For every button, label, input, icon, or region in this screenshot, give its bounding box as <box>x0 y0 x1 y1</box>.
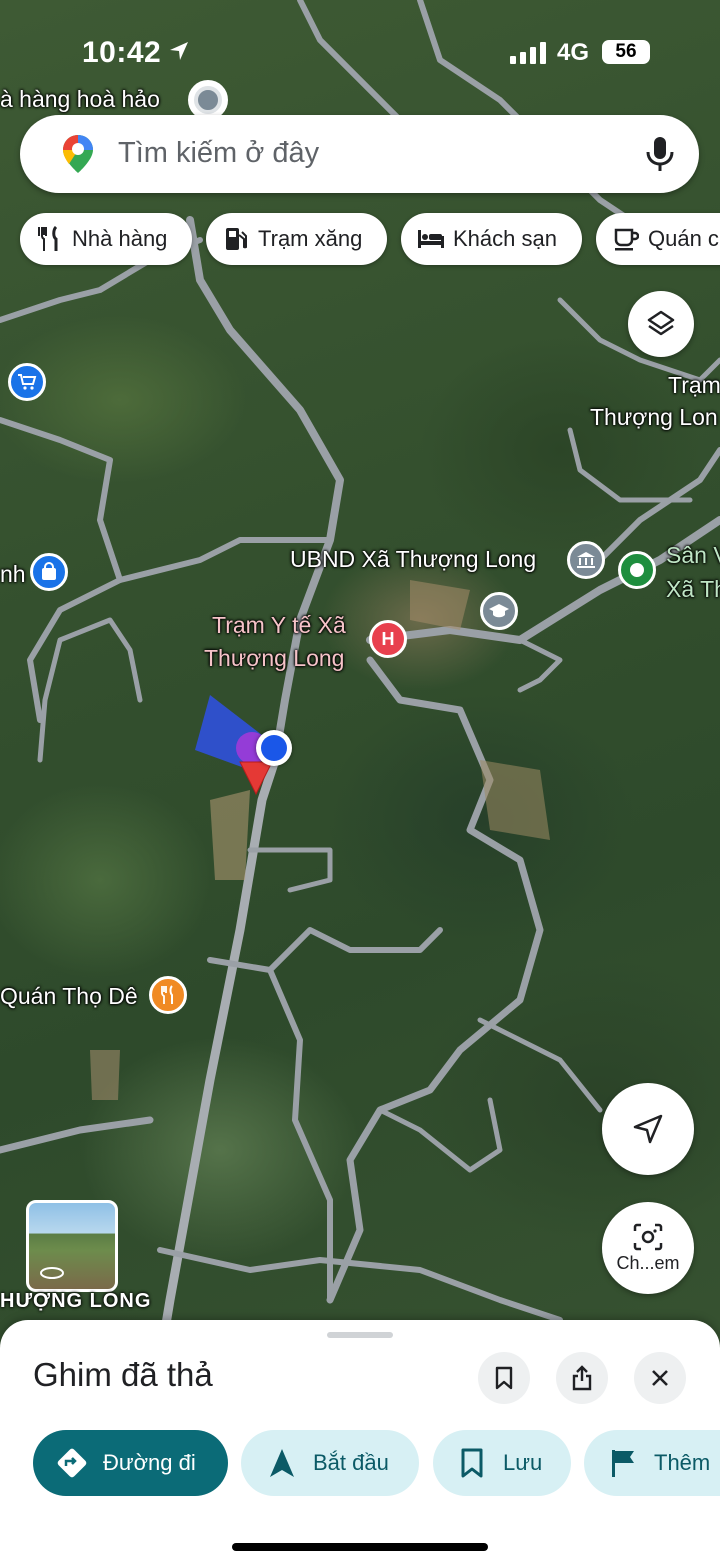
navigation-icon <box>265 1446 299 1480</box>
home-indicator[interactable] <box>232 1543 488 1551</box>
bookmark-icon <box>455 1446 489 1480</box>
chip-coffee[interactable]: Quán c <box>596 213 720 265</box>
bookmark-icon <box>495 1366 513 1390</box>
chip-gas-stations[interactable]: Trạm xăng <box>206 213 387 265</box>
map-label-thuong-long-top: Thượng Lon <box>590 404 718 430</box>
sheet-grabber[interactable] <box>327 1332 393 1338</box>
hospital-icon: H <box>381 628 395 649</box>
start-label: Bắt đầu <box>313 1450 389 1475</box>
lens-button[interactable]: Ch...em <box>602 1202 694 1294</box>
restaurant-marker[interactable] <box>149 976 187 1014</box>
save-label: Lưu <box>503 1450 543 1475</box>
shopping-cart-marker[interactable] <box>8 363 46 401</box>
park-marker[interactable] <box>618 551 656 589</box>
map-label-san-1: Sân V <box>666 542 720 568</box>
camera-search-icon <box>633 1223 663 1250</box>
bottom-sheet: Ghim đã thả Đường đi Bắt đầu Lưu Thêm <box>0 1320 720 1564</box>
navigation-arrow-icon <box>633 1114 663 1144</box>
status-time: 10:42 <box>82 36 162 69</box>
clinic-marker[interactable]: H <box>369 620 407 658</box>
layers-button[interactable] <box>628 291 694 357</box>
microphone-icon[interactable] <box>643 135 677 173</box>
battery-indicator: 56 <box>602 40 650 64</box>
category-chips: Nhà hàng Trạm xăng Khách sạn Quán c <box>20 213 720 265</box>
shopping-bag-marker[interactable] <box>30 553 68 591</box>
chip-gas-stations-label: Trạm xăng <box>258 226 363 251</box>
chip-restaurants[interactable]: Nhà hàng <box>20 213 192 265</box>
more-button[interactable]: Thêm <box>584 1430 720 1496</box>
chip-hotels[interactable]: Khách sạn <box>401 213 582 265</box>
search-input[interactable]: Tìm kiếm ở đây <box>118 137 319 170</box>
map-label-ubnd: UBND Xã Thượng Long <box>290 546 537 572</box>
lens-label: Ch...em <box>616 1252 680 1273</box>
shopping-cart-icon <box>18 374 37 390</box>
gas-station-icon <box>222 225 250 253</box>
directions-label: Đường đi <box>103 1450 196 1475</box>
search-bar[interactable]: Tìm kiếm ở đây <box>20 115 699 193</box>
map-label-left-shop: nh <box>0 561 26 587</box>
save-button[interactable]: Lưu <box>433 1430 571 1496</box>
fork-knife-icon <box>161 985 173 1004</box>
coffee-cup-icon <box>612 225 640 253</box>
shopping-bag-icon <box>42 562 56 580</box>
flag-icon <box>606 1446 640 1480</box>
chip-hotels-label: Khách sạn <box>453 226 557 251</box>
street-view-label: HƯỢNG LONG <box>0 1290 152 1312</box>
share-icon <box>572 1365 592 1391</box>
my-location-dot <box>256 730 292 766</box>
map-label-clinic-2: Thượng Long <box>204 645 345 671</box>
directions-icon <box>55 1446 89 1480</box>
chip-restaurants-label: Nhà hàng <box>72 226 168 251</box>
government-marker[interactable] <box>567 541 605 579</box>
chip-coffee-label: Quán c <box>648 226 719 251</box>
fork-knife-icon <box>36 225 64 253</box>
map-label-quan-tho-de: Quán Thọ Dê <box>0 983 138 1009</box>
start-button[interactable]: Bắt đầu <box>241 1430 419 1496</box>
directions-button[interactable]: Đường đi <box>33 1430 228 1496</box>
more-label: Thêm <box>654 1450 711 1475</box>
close-icon <box>652 1370 668 1386</box>
layers-icon <box>647 310 675 336</box>
street-view-thumbnail[interactable] <box>26 1200 118 1292</box>
map-label-tram-top: Trạm <box>668 372 720 398</box>
map-label-clinic-1: Trạm Y tế Xã <box>212 612 346 638</box>
school-marker[interactable] <box>480 592 518 630</box>
government-building-icon <box>577 552 595 568</box>
sheet-title: Ghim đã thả <box>33 1356 213 1393</box>
share-button[interactable] <box>556 1352 608 1404</box>
google-maps-pin-icon <box>63 135 93 173</box>
bed-icon <box>417 225 445 253</box>
network-type: 4G <box>557 39 590 66</box>
bookmark-button[interactable] <box>478 1352 530 1404</box>
location-arrow-icon <box>170 42 188 60</box>
close-button[interactable] <box>634 1352 686 1404</box>
signal-bars-icon <box>510 42 546 64</box>
status-bar: 10:42 4G 56 <box>0 0 720 100</box>
action-buttons: Đường đi Bắt đầu Lưu Thêm <box>0 1430 720 1496</box>
360-rotate-icon <box>40 1267 64 1279</box>
recenter-button[interactable] <box>602 1083 694 1175</box>
graduation-cap-icon <box>489 604 509 618</box>
map-label-san-2: Xã Th <box>666 576 720 602</box>
